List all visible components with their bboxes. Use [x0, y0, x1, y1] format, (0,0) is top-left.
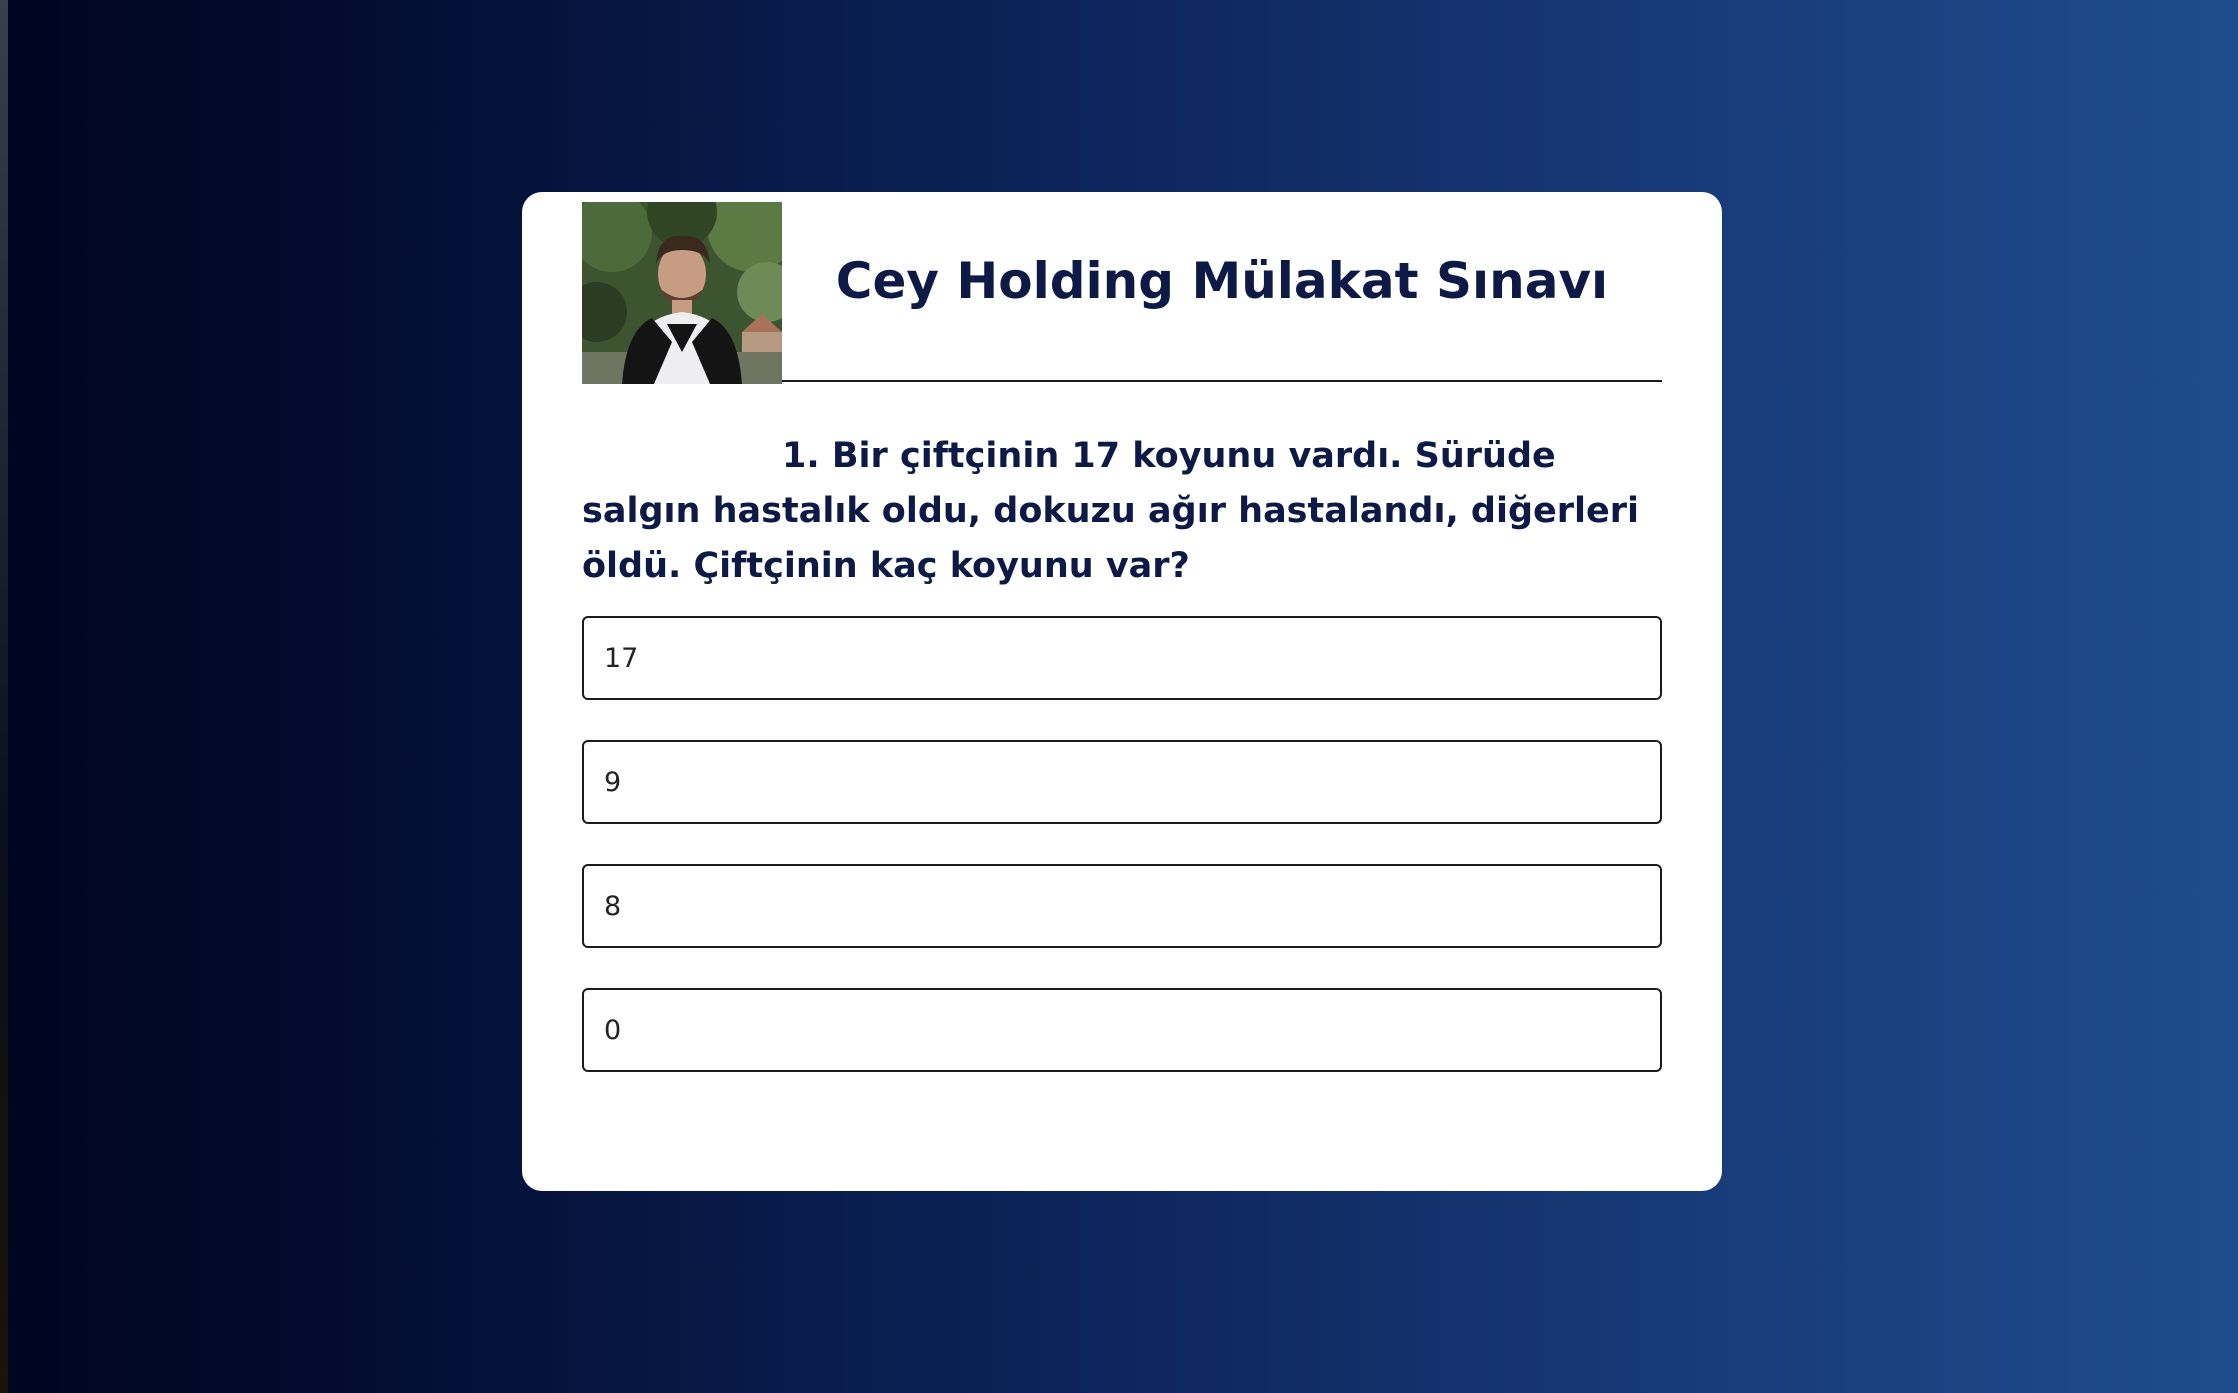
answer-option-3[interactable]: 8 — [582, 864, 1662, 948]
quiz-card: Cey Holding Mülakat Sınavı 1. Bir çiftçi… — [522, 192, 1722, 1191]
page-title: Cey Holding Mülakat Sınavı — [835, 252, 1609, 310]
window-edge — [0, 0, 8, 1393]
answer-option-label: 8 — [604, 890, 622, 922]
answer-option-label: 17 — [604, 642, 639, 674]
answer-option-label: 0 — [604, 1014, 622, 1046]
card-header: Cey Holding Mülakat Sınavı — [582, 202, 1662, 384]
profile-photo — [582, 202, 782, 384]
answer-option-2[interactable]: 9 — [582, 740, 1662, 824]
answer-option-1[interactable]: 17 — [582, 616, 1662, 700]
question-text: 1. Bir çiftçinin 17 koyunu vardı. Sürüde… — [582, 436, 1640, 586]
answer-option-4[interactable]: 0 — [582, 988, 1662, 1072]
answer-option-label: 9 — [604, 766, 622, 798]
